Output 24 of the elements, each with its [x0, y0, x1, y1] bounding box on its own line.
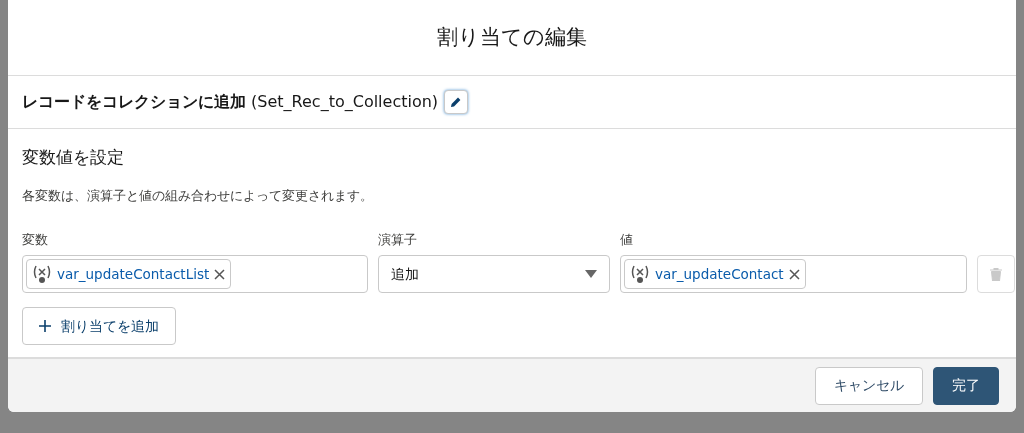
dropdown-icon: [585, 270, 597, 278]
column-label: 値: [620, 231, 634, 250]
plus-icon: [39, 320, 51, 332]
value-field[interactable]: var_updateContact: [620, 255, 967, 293]
edit-button[interactable]: [444, 90, 469, 114]
pencil-icon: [450, 96, 463, 108]
operator-select[interactable]: 追加: [378, 255, 610, 293]
remove-icon[interactable]: [788, 268, 800, 280]
add-assignment-button[interactable]: 割り当てを追加: [22, 307, 176, 345]
variable-name: var_updateContactList: [57, 264, 210, 284]
variable-field[interactable]: var_updateContactList: [22, 255, 368, 293]
variable-icon: [32, 264, 52, 284]
column-label: 演算子: [378, 231, 418, 250]
done-button[interactable]: 完了: [933, 366, 999, 405]
section-description: 各変数は、演算子と値の組み合わせによって変更されます。: [22, 186, 374, 205]
trash-icon: [990, 267, 1002, 281]
section-title: 変数値を設定: [22, 146, 125, 169]
remove-icon[interactable]: [214, 268, 226, 280]
element-title: レコードをコレクションに追加 (Set_Rec_to_Collection): [22, 91, 439, 113]
variable-name: var_updateContact: [655, 264, 784, 284]
column-label: 変数: [22, 231, 49, 250]
cancel-button[interactable]: キャンセル: [815, 366, 923, 405]
modal-title: 割り当ての編集: [437, 24, 587, 51]
variable-icon: [630, 264, 650, 284]
